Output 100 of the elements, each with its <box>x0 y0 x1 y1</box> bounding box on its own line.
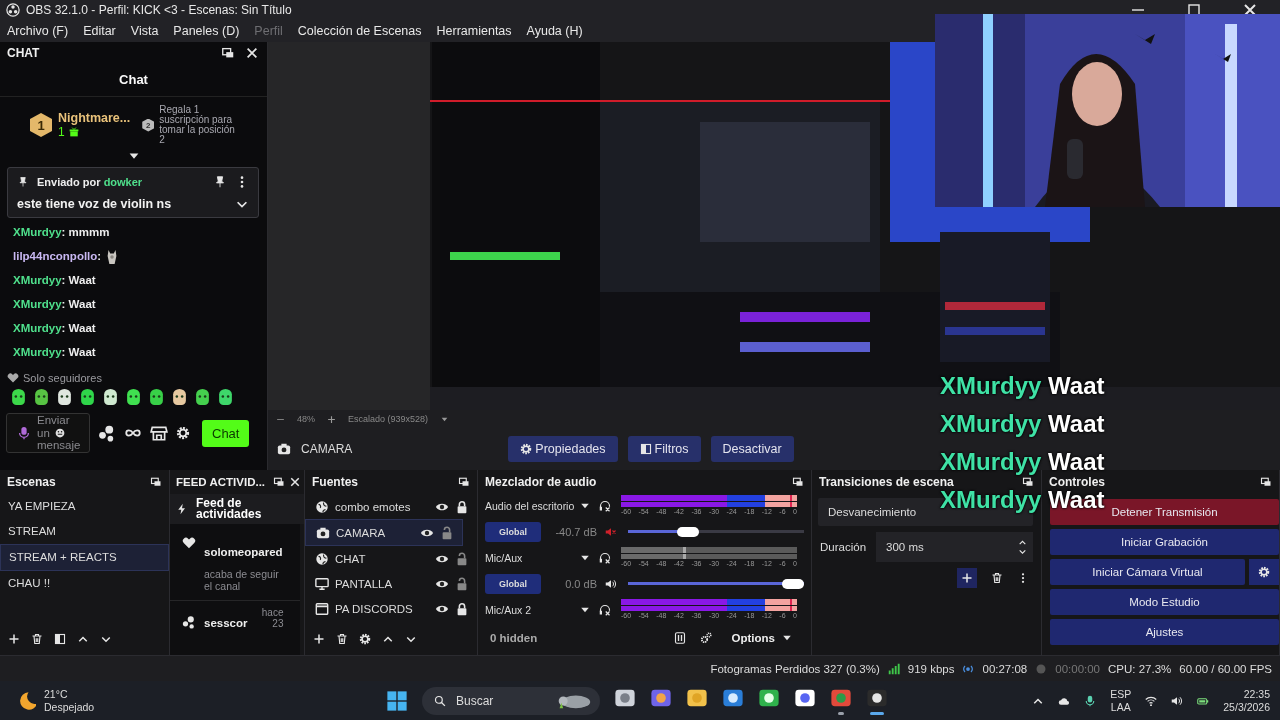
toolbar-button[interactable]: Desactivar <box>710 436 794 462</box>
clock-time[interactable]: 22:35 <box>1243 688 1270 701</box>
search-input[interactable]: Buscar <box>454 693 548 709</box>
duration-field[interactable]: 300 ms <box>876 532 1033 562</box>
add-button[interactable] <box>957 568 977 588</box>
language[interactable]: ESP <box>1110 688 1132 701</box>
keyboard-region[interactable]: LAA <box>1110 701 1131 714</box>
settings-button[interactable] <box>1249 559 1279 585</box>
emote-icon[interactable] <box>148 389 165 406</box>
volume-icon[interactable] <box>1171 695 1184 707</box>
emote-icon[interactable] <box>171 389 188 406</box>
emote-icon[interactable] <box>10 389 27 406</box>
dock-title: Escenas <box>7 475 56 489</box>
add-icon[interactable] <box>313 633 325 645</box>
emote-icon[interactable] <box>194 389 211 406</box>
toolbar-button[interactable]: Filtros <box>627 436 701 462</box>
undock-icon[interactable] <box>273 476 286 488</box>
store-icon[interactable] <box>150 424 168 442</box>
pin-icon[interactable] <box>213 175 227 189</box>
emote-icon[interactable] <box>217 389 234 406</box>
source-item[interactable]: CAMARA <box>305 519 463 546</box>
control-button[interactable]: Iniciar Cámara Virtual <box>1050 559 1245 585</box>
bits-icon[interactable] <box>98 424 116 442</box>
add-icon[interactable] <box>8 633 20 645</box>
send-button[interactable]: Chat <box>202 419 250 447</box>
undock-icon[interactable] <box>150 476 162 488</box>
pause-icon[interactable] <box>673 632 686 644</box>
emote-icon[interactable] <box>33 389 50 406</box>
options-button[interactable]: Options <box>725 631 799 645</box>
start-icon[interactable] <box>386 690 408 712</box>
unlock-icon[interactable] <box>455 576 469 591</box>
menu-item[interactable]: Ayuda (H) <box>526 24 583 38</box>
feed-username: solomeopared <box>204 546 284 558</box>
unlock-icon[interactable] <box>455 551 469 566</box>
menu-item[interactable]: Archivo (F) <box>7 24 69 38</box>
lock-icon[interactable] <box>455 601 469 616</box>
leader-name: Nightmare... <box>58 111 131 125</box>
emoji-icon[interactable] <box>55 428 65 438</box>
trash-icon[interactable] <box>336 633 348 645</box>
control-button[interactable]: Modo Estudio <box>1050 589 1279 615</box>
mic-icon <box>17 426 31 440</box>
zoom-in-icon[interactable] <box>327 414 336 424</box>
undock-icon[interactable] <box>1260 476 1272 488</box>
headphone-icon[interactable] <box>599 499 611 512</box>
source-item[interactable]: PANTALLA <box>305 571 477 596</box>
emote-icon[interactable] <box>102 389 119 406</box>
scene-item[interactable]: STREAM <box>0 519 169 544</box>
scale-dropdown[interactable]: Escalado (939x528) <box>348 414 429 424</box>
control-button[interactable]: Ajustes <box>1050 619 1279 645</box>
source-item[interactable]: PA DISCORDS <box>305 596 477 621</box>
close-icon[interactable] <box>245 46 259 60</box>
volume-slider[interactable] <box>628 577 804 590</box>
volume-slider[interactable] <box>628 525 804 538</box>
filter-icon[interactable] <box>54 633 66 645</box>
global-button[interactable]: Global <box>485 521 541 542</box>
source-item[interactable]: combo emotes <box>305 494 477 519</box>
increment-icon[interactable] <box>1018 538 1027 547</box>
global-button[interactable]: Global <box>485 573 541 594</box>
trash-icon[interactable] <box>991 572 1003 584</box>
menu-item[interactable]: Editar <box>83 24 116 38</box>
lock-icon[interactable] <box>455 499 469 514</box>
menu-item[interactable]: Vista <box>130 24 159 38</box>
scene-item[interactable]: CHAU !! <box>0 571 169 596</box>
search-bar[interactable]: Buscar <box>422 687 600 715</box>
source-item[interactable]: CHAT <box>305 546 477 571</box>
settings-icon[interactable] <box>176 426 190 440</box>
headphone-icon[interactable] <box>599 603 611 616</box>
settings-icon[interactable] <box>359 633 371 645</box>
unlock-icon[interactable] <box>440 525 454 540</box>
chat-message: XMurdyy: Waat <box>13 322 96 334</box>
emote-icon[interactable] <box>79 389 96 406</box>
trash-icon[interactable] <box>31 633 43 645</box>
speaker-icon[interactable] <box>605 577 617 590</box>
undock-icon[interactable] <box>458 476 470 488</box>
emote-icon[interactable] <box>125 389 142 406</box>
menu-item[interactable]: Paneles (D) <box>173 24 240 38</box>
undock-icon[interactable] <box>1022 476 1034 488</box>
menu-item[interactable]: Herramientas <box>436 24 512 38</box>
decrement-icon[interactable] <box>1018 547 1027 556</box>
gear-icon <box>1258 566 1270 578</box>
zoom-level: 48% <box>297 414 315 424</box>
undock-icon[interactable] <box>221 46 235 60</box>
scene-item[interactable]: STREAM + REACTS <box>0 544 169 571</box>
headphone-icon[interactable] <box>599 551 611 564</box>
scene-item[interactable]: YA EMPIEZA <box>0 494 169 519</box>
toolbar-button[interactable]: Propiedades <box>508 436 618 462</box>
settings-icon[interactable] <box>699 632 712 644</box>
wifi-icon[interactable] <box>1145 695 1158 707</box>
gift-icon <box>68 127 79 137</box>
mic-icon[interactable] <box>1084 695 1097 707</box>
clock-date[interactable]: 25/3/2026 <box>1223 701 1270 714</box>
message-field[interactable]: Enviar un mensaje <box>6 413 90 453</box>
cloud-icon[interactable] <box>1058 695 1071 707</box>
emote-icon[interactable] <box>56 389 73 406</box>
control-button[interactable]: Iniciar Grabación <box>1050 529 1279 555</box>
signal-icon <box>887 662 900 675</box>
battery-icon[interactable] <box>1197 695 1210 707</box>
close-icon[interactable] <box>289 476 302 488</box>
menu-item[interactable]: Colección de Escenas <box>297 24 422 38</box>
undock-icon[interactable] <box>792 476 804 488</box>
